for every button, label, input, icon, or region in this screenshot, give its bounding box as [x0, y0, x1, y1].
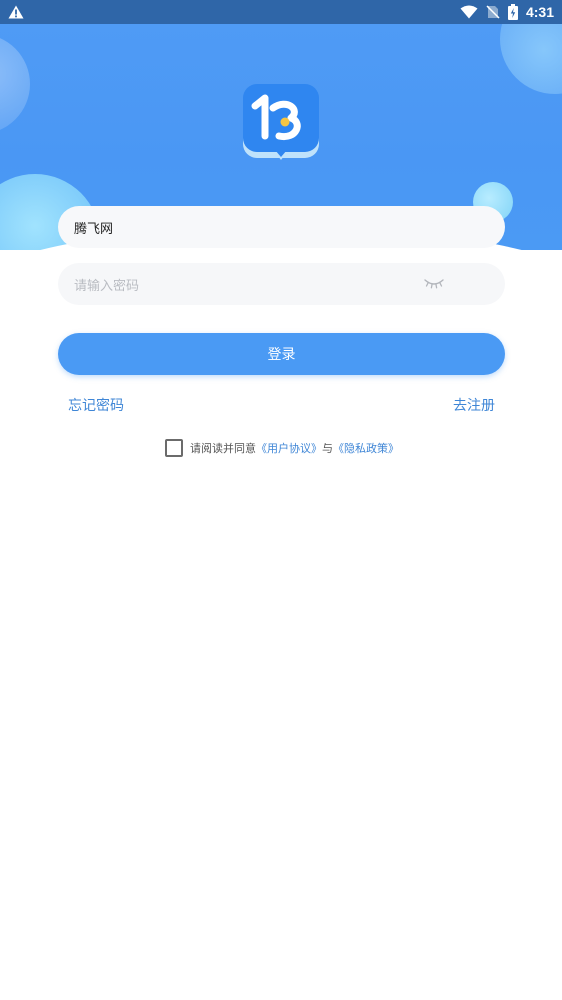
- username-field[interactable]: 腾飞网: [58, 206, 505, 248]
- agreement-row: 请阅读并同意 《用户协议》 与 《隐私政策》: [165, 439, 399, 457]
- register-link[interactable]: 去注册: [453, 395, 495, 415]
- privacy-policy-link[interactable]: 《隐私政策》: [333, 440, 399, 456]
- decorative-bubble: [0, 34, 30, 134]
- agreement-conjunction: 与: [322, 442, 333, 455]
- agreement-prefix: 请阅读并同意: [190, 442, 256, 455]
- wifi-icon: [460, 5, 478, 19]
- status-time: 4:31: [525, 4, 554, 20]
- decorative-bubble: [500, 24, 562, 94]
- agreement-checkbox[interactable]: [165, 439, 183, 457]
- no-sim-icon: [486, 5, 500, 19]
- username-value: 腾飞网: [74, 221, 114, 237]
- eye-closed-icon[interactable]: [424, 276, 444, 290]
- status-bar: 4:31: [0, 0, 562, 24]
- forgot-password-link[interactable]: 忘记密码: [68, 395, 124, 415]
- warning-icon: [8, 5, 24, 19]
- app-logo-icon: [243, 84, 319, 160]
- user-agreement-link[interactable]: 《用户协议》: [256, 440, 322, 456]
- password-field[interactable]: 请输入密码: [58, 263, 505, 305]
- battery-icon: [507, 4, 518, 20]
- login-button[interactable]: 登录: [58, 333, 505, 375]
